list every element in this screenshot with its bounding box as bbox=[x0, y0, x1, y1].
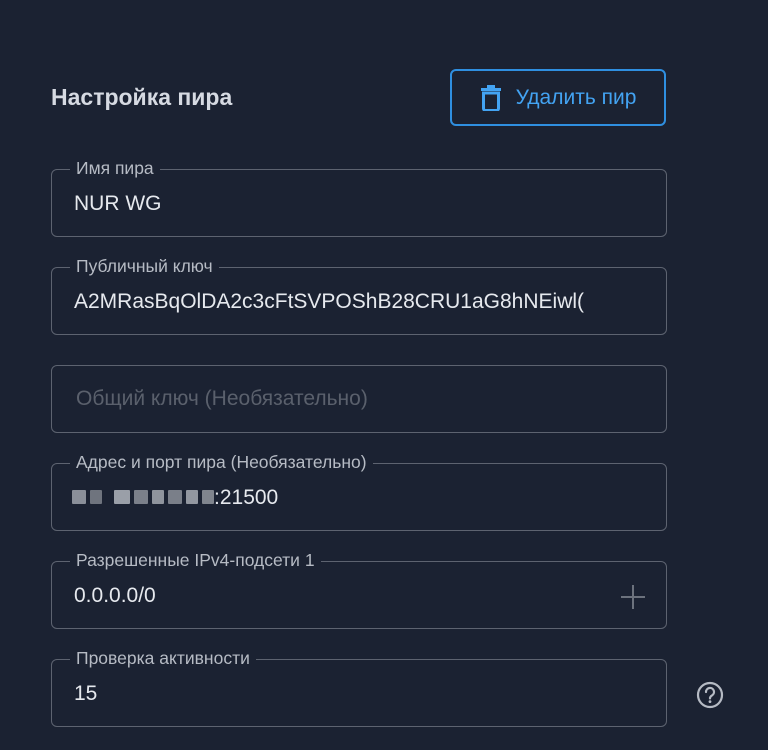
peer-name-field[interactable]: Имя пира NUR WG bbox=[51, 157, 667, 237]
public-key-field[interactable]: Публичный ключ A2MRasBqOlDA2c3cFtSVPOShB… bbox=[51, 255, 667, 335]
endpoint-field[interactable]: Адрес и порт пира (Необязательно) :21500 bbox=[51, 451, 667, 531]
endpoint-value: :21500 bbox=[72, 485, 646, 511]
peer-name-value: NUR WG bbox=[74, 192, 162, 215]
keepalive-value: 15 bbox=[74, 682, 98, 705]
delete-peer-button[interactable]: Удалить пир bbox=[450, 69, 666, 126]
preshared-key-field[interactable]: Общий ключ (Необязательно) bbox=[51, 365, 667, 433]
page-title: Настройка пира bbox=[51, 84, 233, 110]
preshared-key-placeholder: Общий ключ (Необязательно) bbox=[76, 387, 368, 410]
plus-icon[interactable] bbox=[620, 584, 646, 610]
allowed-ips-field[interactable]: Разрешенные IPv4-подсети 1 0.0.0.0/0 bbox=[51, 549, 667, 629]
peer-settings-panel: Настройка пира Удалить пир Имя пира NUR … bbox=[0, 0, 768, 750]
allowed-ips-value: 0.0.0.0/0 bbox=[74, 584, 156, 607]
peer-name-label: Имя пира bbox=[70, 157, 160, 179]
endpoint-port: :21500 bbox=[214, 486, 279, 509]
public-key-value: A2MRasBqOlDA2c3cFtSVPOShB28CRU1aG8hNEiwl… bbox=[74, 290, 585, 313]
public-key-label: Публичный ключ bbox=[70, 255, 219, 277]
delete-peer-label: Удалить пир bbox=[515, 85, 637, 109]
redacted-address bbox=[72, 485, 214, 510]
keepalive-field[interactable]: Проверка активности 15 bbox=[51, 647, 667, 727]
endpoint-label: Адрес и порт пира (Необязательно) bbox=[70, 451, 373, 473]
help-icon[interactable] bbox=[696, 681, 724, 709]
keepalive-label: Проверка активности bbox=[70, 647, 256, 669]
trash-icon bbox=[480, 84, 502, 111]
allowed-ips-label: Разрешенные IPv4-подсети 1 bbox=[70, 549, 321, 571]
